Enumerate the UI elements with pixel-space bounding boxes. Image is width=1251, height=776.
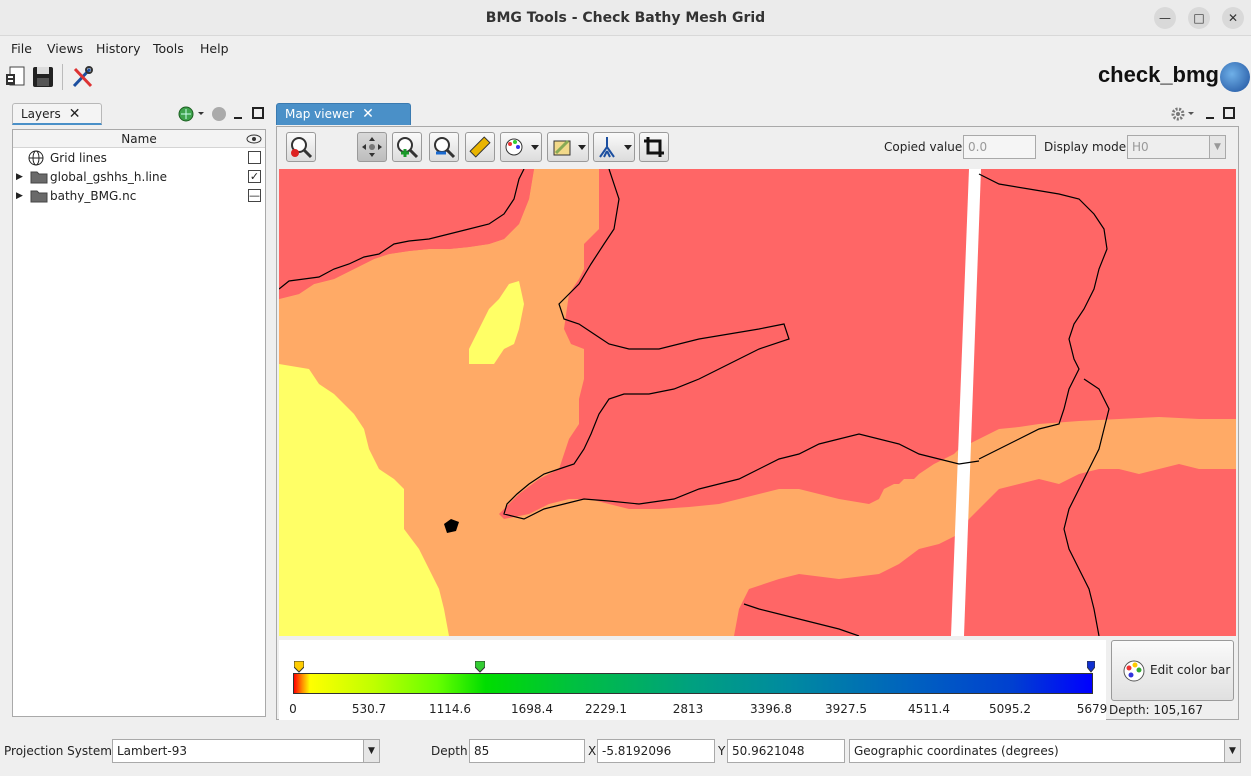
projection-system-label: Projection System:: [4, 744, 116, 758]
projection-system-value: Lambert-93: [117, 744, 187, 758]
expand-arrow-icon[interactable]: ▶: [16, 168, 23, 186]
depth-label: Depth: [431, 744, 468, 758]
layer-label: Grid lines: [50, 151, 107, 165]
bathymetry-map[interactable]: [279, 169, 1236, 636]
tools-icon[interactable]: [70, 64, 96, 90]
toolbar-separator: [62, 64, 63, 90]
minimize-panel-icon[interactable]: [232, 106, 244, 120]
menu-file[interactable]: File: [11, 41, 32, 56]
color-picker-dropdown[interactable]: [500, 132, 542, 162]
maximize-panel-icon[interactable]: [251, 106, 265, 120]
settings-gear-icon[interactable]: [1170, 106, 1194, 122]
layer-visibility-checkbox[interactable]: [248, 151, 261, 164]
tab-layers[interactable]: Layers ✕: [12, 103, 102, 125]
colorbar-tick: 2229.1: [585, 702, 627, 716]
minimize-button[interactable]: —: [1154, 7, 1176, 29]
close-button[interactable]: ✕: [1222, 7, 1244, 29]
crop-button[interactable]: [639, 132, 669, 162]
copied-value-label: Copied value: [884, 140, 963, 154]
river-network-dropdown[interactable]: [593, 132, 635, 162]
colorbar-tick: 4511.4: [908, 702, 950, 716]
colorbar-marker-green[interactable]: [474, 660, 486, 673]
chevron-down-icon: ▼: [363, 740, 379, 762]
zoom-in-button[interactable]: [392, 132, 422, 162]
display-mode-value: H0: [1132, 140, 1149, 154]
menu-views[interactable]: Views: [47, 41, 83, 56]
colorbar-tick: 530.7: [351, 702, 387, 716]
tab-map-viewer-label: Map viewer: [285, 107, 355, 121]
edit-pencil-dropdown[interactable]: [547, 132, 589, 162]
visibility-eye-icon: [246, 132, 262, 146]
folder-icon: [30, 188, 48, 208]
palette-icon: [1122, 659, 1146, 686]
y-coordinate-field[interactable]: 50.9621048: [727, 739, 845, 763]
colorbar-tick: 3396.8: [750, 702, 792, 716]
colorbar-marker-red[interactable]: [293, 660, 305, 673]
layer-row-grid-lines[interactable]: Grid lines: [16, 149, 262, 167]
layer-row-bathy-bmg[interactable]: ▶ bathy_BMG.nc —: [16, 187, 262, 205]
menu-help[interactable]: Help: [200, 41, 229, 56]
tab-map-viewer[interactable]: Map viewer ✕: [276, 103, 411, 125]
x-label: X: [588, 744, 597, 758]
open-file-icon[interactable]: [4, 64, 28, 90]
projection-system-select[interactable]: Lambert-93 ▼: [112, 739, 380, 763]
copied-value-field[interactable]: 0.0: [963, 135, 1036, 159]
edit-color-bar-button[interactable]: Edit color bar: [1111, 640, 1234, 701]
maximize-panel-icon[interactable]: [1222, 106, 1236, 120]
pan-button[interactable]: [357, 132, 387, 162]
zoom-reset-button[interactable]: [286, 132, 316, 162]
save-icon[interactable]: [31, 64, 55, 90]
globe-add-icon[interactable]: [178, 106, 204, 122]
close-icon[interactable]: ✕: [362, 106, 374, 122]
y-label: Y: [718, 744, 726, 758]
layer-label: global_gshhs_h.line: [50, 170, 168, 184]
minimize-panel-icon[interactable]: [1204, 106, 1216, 120]
menu-tools[interactable]: Tools: [153, 41, 184, 56]
close-icon[interactable]: ✕: [69, 106, 81, 122]
menu-history[interactable]: History: [96, 41, 140, 56]
colorbar-marker-blue[interactable]: [1086, 660, 1096, 673]
display-mode-label: Display mode: [1044, 140, 1127, 154]
app-logo-text: check_bmg: [1097, 62, 1219, 87]
x-coordinate-field[interactable]: -5.8192096: [597, 739, 715, 763]
colorbar-tick: 5095.2: [989, 702, 1031, 716]
globe-logo-icon: [1220, 62, 1250, 92]
colorbar-tick: 1114.6: [429, 702, 471, 716]
depth-field[interactable]: 85: [469, 739, 585, 763]
menu-bar: [0, 37, 1251, 61]
remove-layer-icon[interactable]: [212, 107, 226, 121]
colorbar-tick: 0: [289, 702, 297, 716]
folder-icon: [30, 169, 48, 189]
ruler-button[interactable]: [465, 132, 495, 162]
expand-arrow-icon[interactable]: ▶: [16, 187, 23, 205]
chevron-down-icon: ▼: [1209, 136, 1225, 158]
coordinate-mode-select[interactable]: Geographic coordinates (degrees) ▼: [849, 739, 1241, 763]
depth-readout: Depth: 105,167: [1109, 703, 1204, 717]
window-title: BMG Tools - Check Bathy Mesh Grid: [485, 10, 766, 26]
layer-visibility-checkbox[interactable]: —: [248, 189, 261, 202]
tab-layers-label: Layers: [21, 107, 61, 121]
zoom-out-button[interactable]: [429, 132, 459, 162]
colorbar-tick: 1698.4: [511, 702, 553, 716]
chevron-down-icon: ▼: [1224, 740, 1240, 762]
colorbar-tick: 2813: [672, 702, 704, 716]
layers-tree: [12, 129, 266, 717]
layer-row-global-gshhs[interactable]: ▶ global_gshhs_h.line ✓: [16, 168, 262, 186]
colorbar-gradient[interactable]: [293, 673, 1093, 694]
colorbar-tick: 3927.5: [825, 702, 867, 716]
edit-color-bar-label: Edit color bar: [1150, 663, 1231, 677]
layer-label: bathy_BMG.nc: [50, 189, 137, 203]
display-mode-select[interactable]: H0 ▼: [1127, 135, 1226, 159]
layer-visibility-checkbox[interactable]: ✓: [248, 170, 261, 183]
coordinate-mode-value: Geographic coordinates (degrees): [854, 744, 1059, 758]
layers-column-header: Name: [13, 130, 265, 148]
maximize-button[interactable]: □: [1188, 7, 1210, 29]
